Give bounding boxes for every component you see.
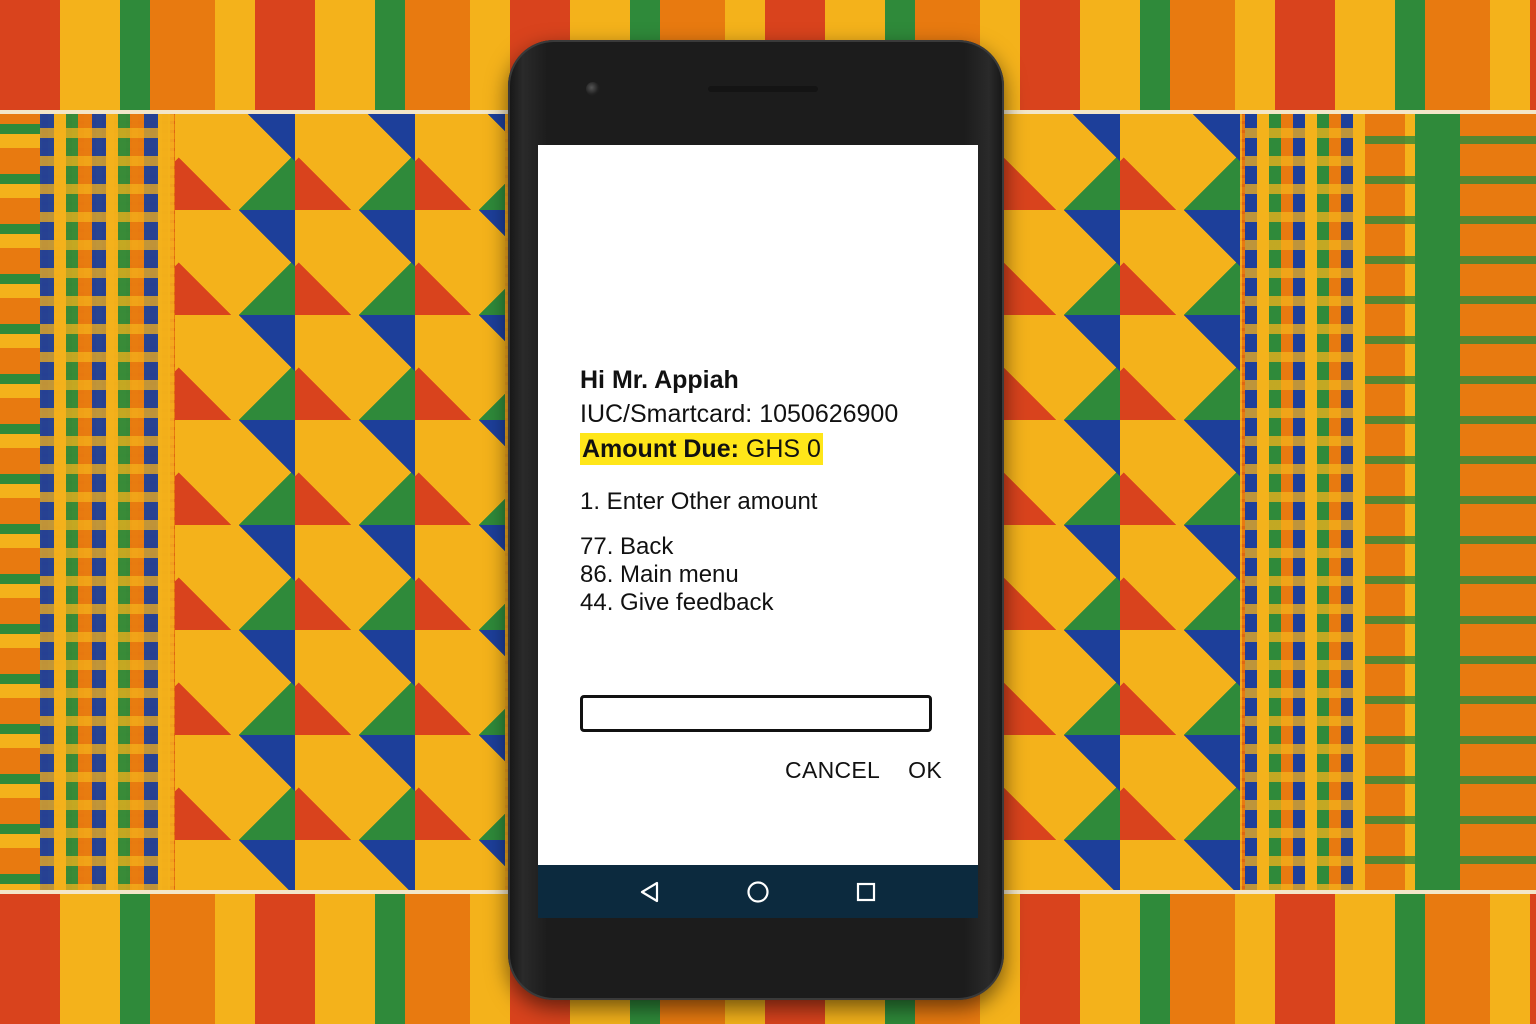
- option-enter-other-amount: 1. Enter Other amount: [580, 488, 818, 515]
- cancel-button[interactable]: CANCEL: [785, 757, 880, 784]
- kente-panel-left: [175, 0, 505, 1024]
- option-main-menu: 86. Main menu: [580, 561, 739, 588]
- ussd-dialog-screen: Hi Mr. Appiah IUC/Smartcard: 1050626900 …: [538, 145, 978, 918]
- smartphone: Hi Mr. Appiah IUC/Smartcard: 1050626900 …: [508, 40, 1004, 1000]
- amount-due-value: GHS 0: [745, 435, 821, 463]
- kente-strip-checker-right: [1245, 0, 1365, 1024]
- amount-due-label: Amount Due:: [582, 435, 739, 463]
- kente-strip-right-outer: [1365, 0, 1536, 1024]
- ussd-message: Hi Mr. Appiah IUC/Smartcard: 1050626900 …: [580, 363, 960, 617]
- ussd-response-input[interactable]: [580, 695, 932, 732]
- greeting-text: Hi Mr. Appiah: [580, 366, 739, 394]
- option-back: 77. Back: [580, 533, 674, 560]
- option-give-feedback: 44. Give feedback: [580, 589, 774, 616]
- dialog-button-row: CANCEL OK: [785, 757, 942, 784]
- kente-strip-left-outer: [0, 0, 40, 1024]
- smartcard-number-text: IUC/Smartcard: 1050626900: [580, 400, 899, 428]
- kente-panel-right: [1000, 0, 1240, 1024]
- earpiece-speaker: [708, 86, 818, 92]
- recents-square-icon[interactable]: [851, 877, 881, 907]
- front-camera-icon: [586, 82, 600, 96]
- kente-strip-checker-left: [40, 0, 170, 1024]
- ok-button[interactable]: OK: [908, 757, 942, 784]
- navigation-options: 77. Back 86. Main menu 44. Give feedback: [580, 533, 960, 617]
- back-triangle-icon[interactable]: [635, 877, 665, 907]
- amount-due-highlight: Amount Due: GHS 0: [580, 433, 823, 465]
- home-circle-icon[interactable]: [743, 877, 773, 907]
- android-navigation-bar: [538, 865, 978, 918]
